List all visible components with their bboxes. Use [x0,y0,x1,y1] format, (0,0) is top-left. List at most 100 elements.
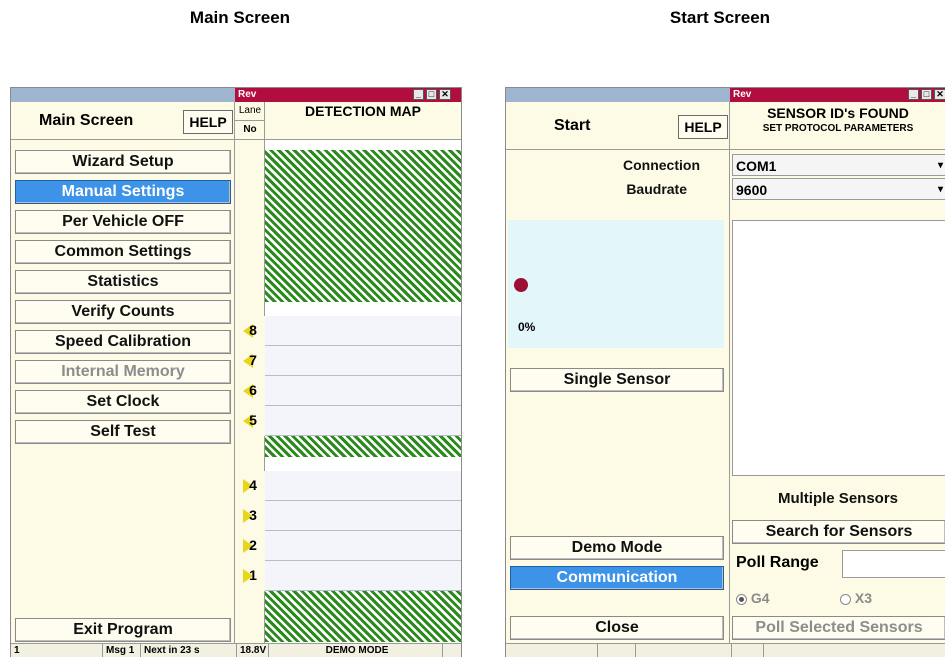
start-left-panel: Start HELP Connection Baudrate 0% Single… [506,102,730,643]
close-button[interactable]: Close [510,616,724,640]
start-status-cell-1 [506,644,598,657]
start-header: Start HELP [506,102,730,150]
lane-strip-2 [265,531,461,561]
radio-g4-label: G4 [750,590,770,606]
median-hatch-top [265,150,461,302]
start-window: Rev _ □ ✕ Start HELP Connection Baudrate… [505,87,945,657]
baudrate-label: Baudrate [626,181,687,197]
poll-range-input[interactable] [842,550,945,578]
lane-number-label: 6 [249,382,257,398]
lane-number-2: 2 [235,531,265,561]
main-titlebar [11,88,235,102]
lane-strip-8 [265,316,461,346]
start-right-panel: SENSOR ID's FOUND SET PROTOCOL PARAMETER… [730,102,945,643]
sensor-id-list[interactable] [732,220,945,476]
maximize-icon[interactable]: □ [921,89,932,100]
close-icon[interactable]: ✕ [439,89,451,100]
chevron-down-icon: ▾ [937,160,943,171]
close-icon[interactable]: ✕ [934,89,945,100]
radio-x3-label: X3 [854,590,873,606]
menu-button-manual-settings[interactable]: Manual Settings [15,180,231,204]
menu-button-common-settings[interactable]: Common Settings [15,240,231,264]
protocol-parameters-title: SET PROTOCOL PARAMETERS [762,123,914,134]
lane-number-label: 8 [249,322,257,338]
lane-header-bottom: No [243,124,257,135]
radio-x3-circle[interactable] [840,593,851,605]
baudrate-value: 9600 [736,182,768,198]
menu-button-wizard-setup[interactable]: Wizard Setup [15,150,231,174]
start-status-cell-3 [636,644,732,657]
lane-strip-4 [265,471,461,501]
menu-button-internal-memory[interactable]: Internal Memory [15,360,231,384]
menu-button-per-vehicle-off[interactable]: Per Vehicle OFF [15,210,231,234]
main-header: Main Screen HELP [11,102,235,140]
demo-mode-button[interactable]: Demo Mode [510,536,724,560]
lane-number-label: 3 [249,507,257,523]
minimize-icon[interactable]: _ [413,89,424,100]
maximize-icon[interactable]: □ [426,89,437,100]
single-sensor-button[interactable]: Single Sensor [510,368,724,392]
multiple-sensors-label: Multiple Sensors [777,490,899,507]
lane-strip-5 [265,406,461,436]
lane-number-label: 1 [249,567,257,583]
chevron-down-icon: ▾ [937,184,943,195]
start-status-bar [506,643,945,657]
lane-strip-1 [265,561,461,591]
start-rev-bar: Rev _ □ ✕ [730,88,945,102]
poll-range-label: Poll Range [736,554,819,571]
start-rev-label: Rev [733,89,752,100]
radio-x3[interactable]: X3 [840,590,872,606]
lane-header-top: Lane [235,102,265,121]
start-screen-caption: Start Screen [669,8,771,27]
lane-number-6: 6 [235,376,265,406]
main-screen-caption: Main Screen [189,8,291,27]
connection-value: COM1 [736,158,777,174]
help-button[interactable]: HELP [183,110,233,134]
lane-number-label: 4 [249,477,257,493]
communication-button[interactable]: Communication [510,566,724,590]
start-status-cell-4 [732,644,764,657]
menu-button-statistics[interactable]: Statistics [15,270,231,294]
poll-selected-sensors-button[interactable]: Poll Selected Sensors [732,616,945,640]
menu-button-verify-counts[interactable]: Verify Counts [15,300,231,324]
lane-header: Lane No [235,102,265,140]
menu-button-set-clock[interactable]: Set Clock [15,390,231,414]
lane-number-4: 4 [235,471,265,501]
lane-strip-7 [265,346,461,376]
exit-program-button[interactable]: Exit Program [15,618,231,642]
menu-button-self-test[interactable]: Self Test [15,420,231,444]
progress-percent: 0% [518,320,536,334]
lane-strip-3 [265,501,461,531]
status-mode: DEMO MODE [269,644,443,657]
status-msg: Msg 1 [103,644,141,657]
start-title: Start [554,117,591,134]
status-bar: 1 Msg 1 Next in 23 s 18.8V DEMO MODE [11,643,461,657]
progress-panel: 0% [508,220,724,348]
lane-number-5: 5 [235,406,265,436]
sensor-ids-found-title: SENSOR ID's FOUND [767,105,909,121]
lane-number-3: 3 [235,501,265,531]
help-button[interactable]: HELP [678,115,728,139]
minimize-icon[interactable]: _ [908,89,919,100]
connection-select[interactable]: COM1 ▾ [732,154,945,176]
lane-number-label: 2 [249,537,257,553]
baudrate-select[interactable]: 9600 ▾ [732,178,945,200]
start-titlebar [506,88,730,102]
status-id: 1 [11,644,103,657]
lane-number-1: 1 [235,561,265,591]
main-rev-label: Rev [238,89,257,100]
lane-number-7: 7 [235,346,265,376]
sensor-header: SENSOR ID's FOUND SET PROTOCOL PARAMETER… [730,102,945,150]
lane-strip-6 [265,376,461,406]
lane-number-label: 5 [249,412,257,428]
menu-button-speed-calibration[interactable]: Speed Calibration [15,330,231,354]
search-for-sensors-button[interactable]: Search for Sensors [732,520,945,544]
lane-number-8: 8 [235,316,265,346]
main-rev-bar: Rev _ □ ✕ [235,88,461,102]
start-status-cell-2 [598,644,636,657]
progress-indicator-dot [514,278,528,292]
radio-g4-circle[interactable] [736,593,747,605]
status-voltage: 18.8V [237,644,269,657]
radio-g4[interactable]: G4 [736,590,770,606]
page-title: Main Screen [39,112,134,129]
